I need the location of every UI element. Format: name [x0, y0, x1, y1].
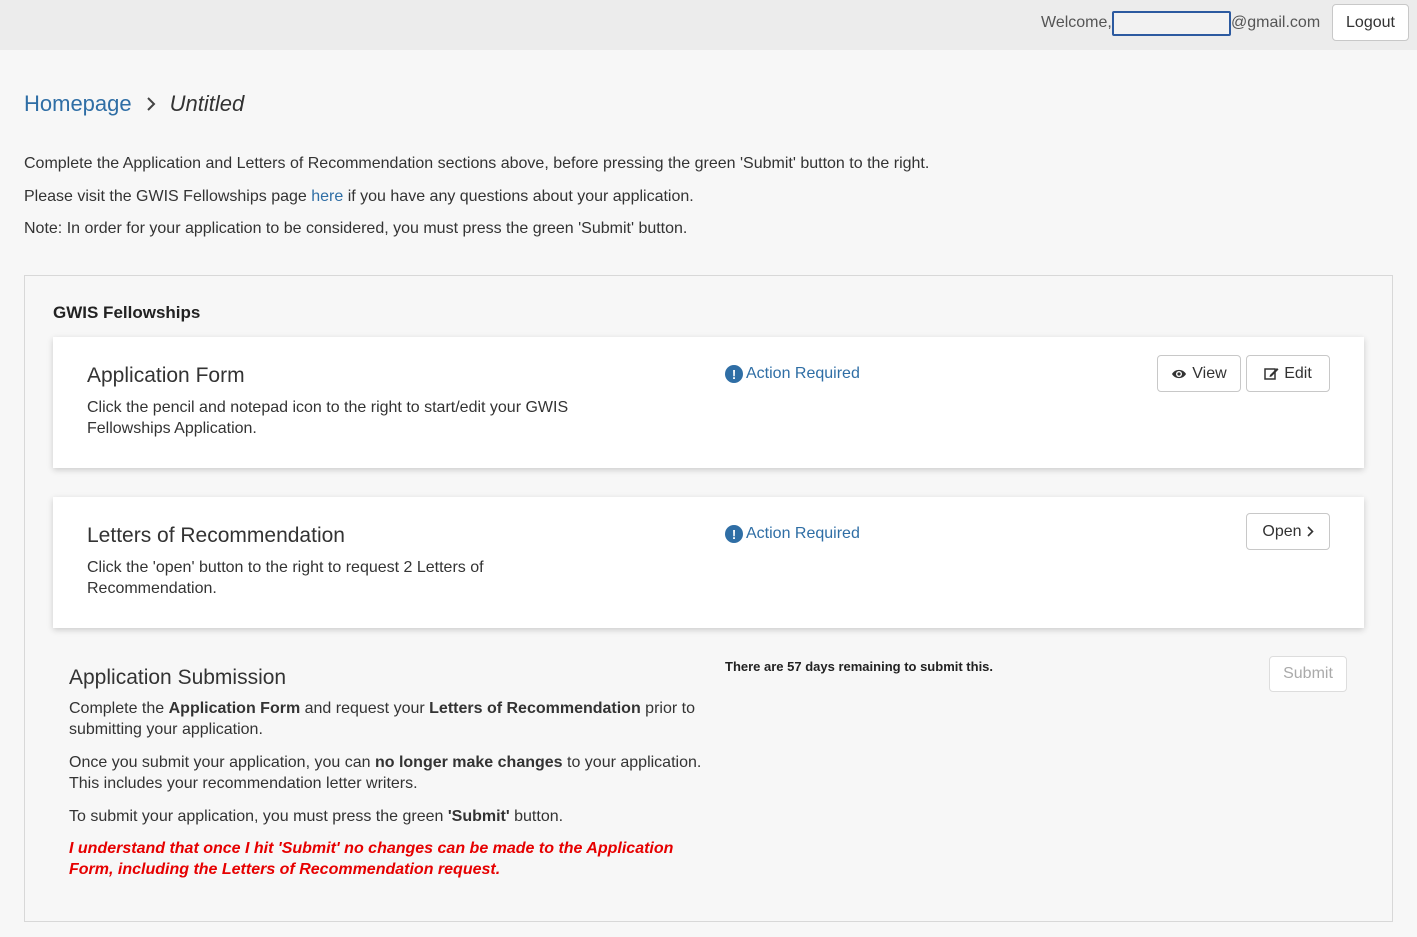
chevron-right-icon [1306, 526, 1314, 537]
application-form-card: Application Form Click the pencil and no… [53, 337, 1364, 468]
edit-button[interactable]: Edit [1246, 355, 1330, 392]
email-username-redacted [1112, 11, 1231, 36]
application-form-title: Application Form [87, 364, 245, 387]
status-text: Action Required [746, 365, 860, 382]
eye-icon [1172, 369, 1187, 378]
submission-warning: I understand that once I hit 'Submit' no… [69, 840, 674, 878]
application-form-status: ! Action Required [725, 365, 860, 383]
p1-text-c: and request your [300, 700, 430, 717]
p3-bold-submit: 'Submit' [447, 808, 510, 825]
p2-bold: no longer make changes [374, 754, 563, 771]
letters-status: ! Action Required [725, 525, 860, 543]
open-button[interactable]: Open [1246, 513, 1330, 550]
view-label: View [1192, 364, 1227, 382]
intro-line-2-prefix: Please visit the GWIS Fellowships page [24, 188, 312, 205]
here-link[interactable]: here [311, 188, 343, 205]
status-text: Action Required [746, 525, 860, 542]
letters-card: Letters of Recommendation Click the 'ope… [53, 497, 1364, 628]
view-button[interactable]: View [1157, 355, 1241, 392]
p1-bold-application-form: Application Form [168, 700, 301, 717]
letters-title: Letters of Recommendation [87, 524, 345, 547]
submission-paragraph-1: Complete the Application Form and reques… [69, 698, 709, 740]
application-form-description: Click the pencil and notepad icon to the… [87, 399, 569, 437]
p3-text-a: To submit your application, you must pre… [69, 808, 448, 825]
submission-title: Application Submission [69, 666, 287, 689]
pencil-notepad-icon [1264, 368, 1279, 380]
exclamation-circle-icon: ! [725, 525, 743, 543]
panel-title: GWIS Fellowships [53, 303, 201, 322]
open-label: Open [1262, 522, 1302, 540]
welcome-label: Welcome, [1041, 14, 1112, 31]
intro-line-2: Please visit the GWIS Fellowships page h… [24, 188, 694, 206]
breadcrumb: Homepage Untitled [24, 91, 244, 117]
submission-paragraph-3: To submit your application, you must pre… [69, 806, 709, 827]
letters-description: Click the 'open' button to the right to … [87, 559, 484, 597]
p2-text-a: Once you submit your application, you ca… [69, 754, 375, 771]
logout-button[interactable]: Logout [1332, 4, 1409, 41]
p1-text-a: Complete the [69, 700, 169, 717]
chevron-right-icon [146, 97, 156, 111]
top-bar: Welcome, @gmail.com Logout [0, 0, 1417, 50]
submission-paragraph-2: Once you submit your application, you ca… [69, 752, 729, 794]
intro-line-1: Complete the Application and Letters of … [24, 155, 930, 172]
email-domain: @gmail.com [1231, 14, 1321, 31]
exclamation-circle-icon: ! [725, 365, 743, 383]
p3-text-c: button. [509, 808, 564, 825]
submit-button[interactable]: Submit [1269, 656, 1347, 692]
days-remaining: There are 57 days remaining to submit th… [725, 659, 994, 674]
intro-line-2-suffix: if you have any questions about your app… [343, 188, 694, 205]
breadcrumb-current: Untitled [169, 91, 245, 116]
intro-line-3: Note: In order for your application to b… [24, 220, 688, 237]
fellowship-panel: GWIS Fellowships Application Form Click … [24, 275, 1393, 922]
p1-bold-letters: Letters of Recommendation [429, 700, 641, 717]
breadcrumb-homepage-link[interactable]: Homepage [24, 91, 132, 117]
edit-label: Edit [1284, 364, 1312, 382]
